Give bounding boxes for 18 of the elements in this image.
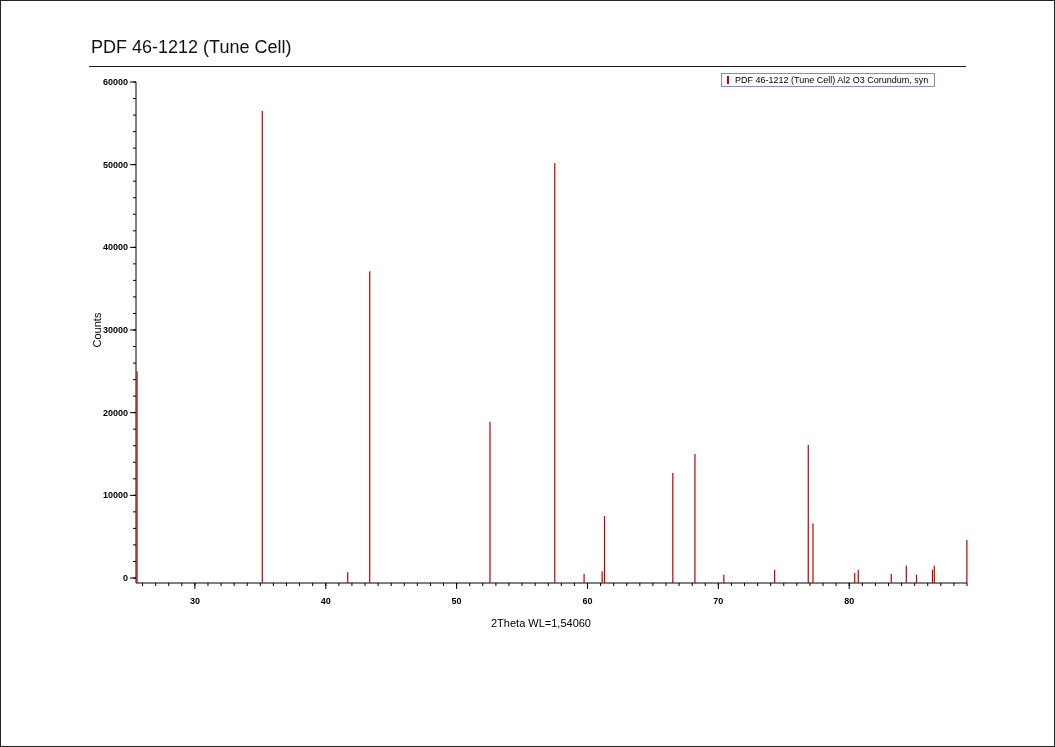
- x-tick-label: 60: [582, 596, 593, 606]
- x-tick-label: 30: [189, 596, 200, 606]
- y-tick-label: 20000: [102, 407, 128, 418]
- y-tick-label: 40000: [102, 242, 128, 253]
- x-tick-label: 50: [451, 596, 462, 606]
- x-tick-label: 80: [844, 596, 855, 606]
- y-axis-title: Counts: [91, 312, 103, 348]
- y-tick-label: 30000: [102, 325, 128, 335]
- x-tick-label: 70: [713, 596, 724, 606]
- y-tick-label: 0: [123, 573, 128, 583]
- y-tick-label: 60000: [102, 77, 128, 87]
- y-tick-label: 50000: [102, 159, 128, 170]
- x-tick-label: 40: [320, 596, 331, 606]
- peak-bar: [915, 574, 918, 583]
- report-title: PDF 46-1212 (Tune Cell): [91, 37, 293, 59]
- legend-label: PDF 46-1212 (Tune Cell) Al2 O3 Corundum, syn: [735, 74, 929, 86]
- x-axis-title: 2Theta WL=1,54060: [491, 617, 591, 629]
- y-tick-label: 10000: [102, 490, 128, 501]
